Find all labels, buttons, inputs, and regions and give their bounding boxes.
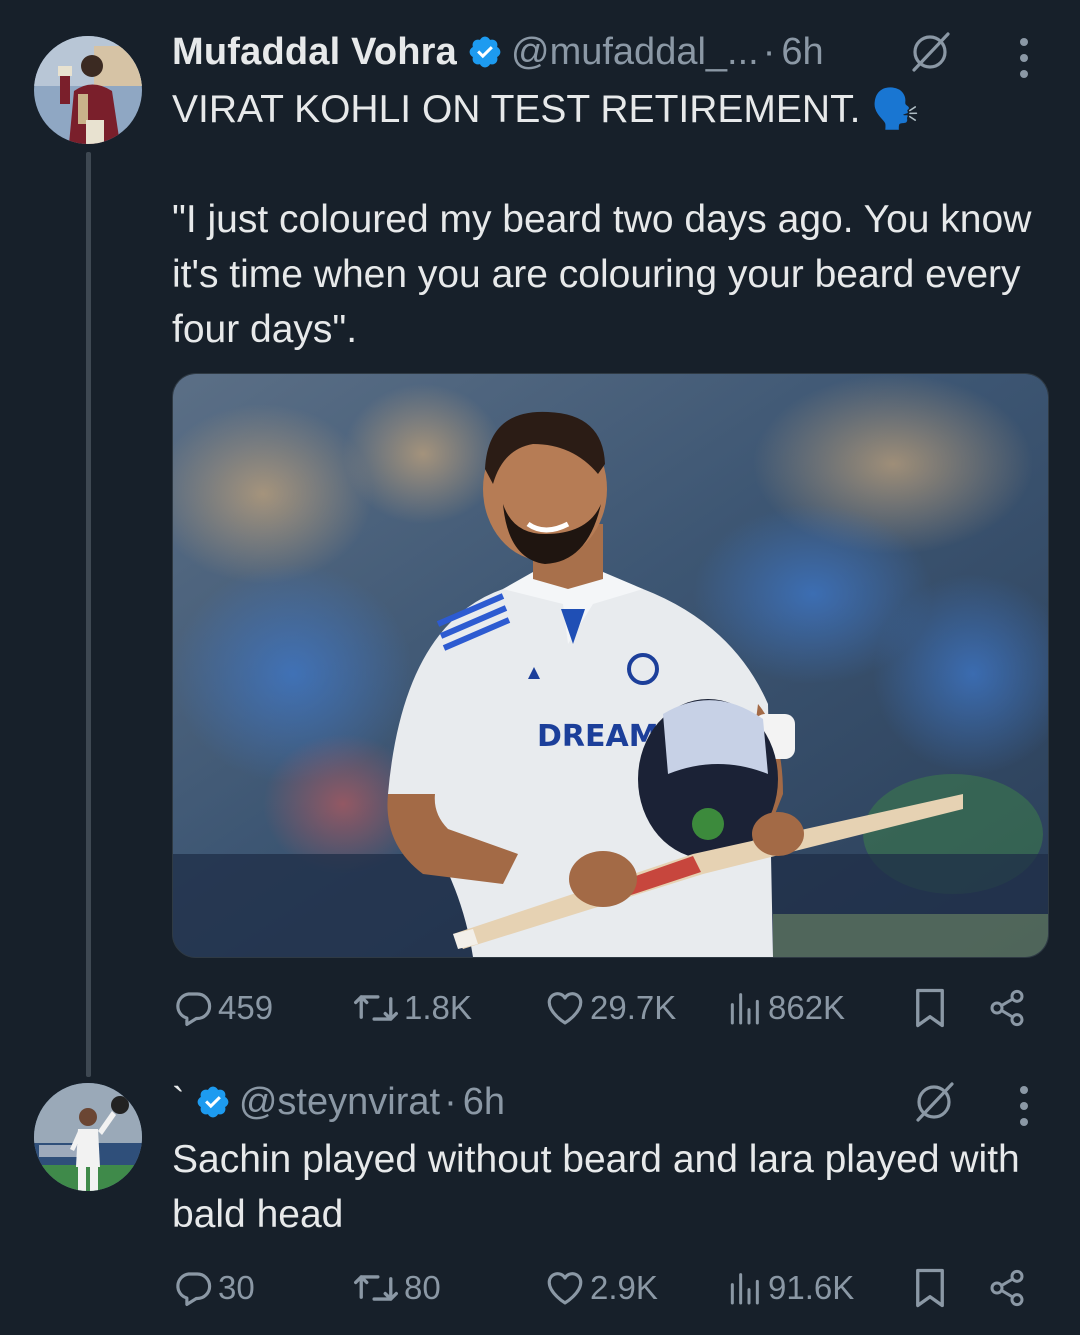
timestamp[interactable]: 6h bbox=[781, 31, 823, 74]
retweet-count: 1.8K bbox=[404, 989, 472, 1026]
retweet-button[interactable]: 80 bbox=[352, 1263, 441, 1313]
tweet-actions: 459 1.8K 29.7K 862K bbox=[172, 983, 1032, 1033]
tweet-text: "I just coloured my beard two days ago. … bbox=[172, 198, 1032, 351]
tweet-header: ` @steynvirat · 6h bbox=[172, 1072, 505, 1132]
reply-count: 459 bbox=[218, 989, 274, 1026]
retweet-icon bbox=[354, 1275, 398, 1301]
timestamp[interactable]: 6h bbox=[463, 1081, 505, 1124]
like-button[interactable]: 29.7K bbox=[544, 983, 676, 1033]
author-handle[interactable]: @mufaddal_... bbox=[511, 31, 759, 74]
retweet-button[interactable]: 1.8K bbox=[352, 983, 472, 1033]
author-handle[interactable]: @steynvirat bbox=[239, 1081, 440, 1124]
verified-badge-icon bbox=[469, 36, 501, 68]
jersey-logo-text: DREAM bbox=[537, 719, 659, 754]
more-options-icon[interactable] bbox=[1017, 36, 1031, 80]
views-button[interactable]: 862K bbox=[724, 983, 845, 1033]
bookmark-icon[interactable] bbox=[912, 1267, 948, 1309]
reply-icon bbox=[176, 992, 212, 1027]
avatar[interactable] bbox=[34, 36, 142, 144]
like-button[interactable]: 2.9K bbox=[544, 1263, 658, 1313]
reply-button[interactable]: 30 bbox=[172, 1263, 255, 1313]
separator-dot: · bbox=[444, 1080, 457, 1123]
avatar[interactable] bbox=[34, 1083, 142, 1191]
grok-icon[interactable] bbox=[910, 1078, 958, 1126]
tweet-image[interactable]: DREAM bbox=[172, 373, 1049, 958]
like-count: 2.9K bbox=[590, 1269, 658, 1306]
heart-icon bbox=[547, 1272, 583, 1305]
reply-count: 30 bbox=[218, 1269, 255, 1306]
verified-badge-icon bbox=[197, 1086, 229, 1118]
author-name[interactable]: ` bbox=[172, 1081, 185, 1124]
bookmark-icon[interactable] bbox=[912, 987, 948, 1029]
more-options-icon[interactable] bbox=[1017, 1084, 1031, 1128]
thread-line bbox=[86, 152, 91, 1077]
tweet-headline: VIRAT KOHLI ON TEST RETIREMENT. 🗣️ bbox=[172, 88, 920, 131]
views-button[interactable]: 91.6K bbox=[724, 1263, 854, 1313]
separator-dot: · bbox=[762, 30, 776, 73]
views-icon bbox=[730, 993, 759, 1025]
author-name[interactable]: Mufaddal Vohra bbox=[172, 31, 457, 74]
heart-icon bbox=[547, 992, 583, 1025]
reply-button[interactable]: 459 bbox=[172, 983, 273, 1033]
views-count: 862K bbox=[768, 989, 846, 1026]
tweet-actions: 30 80 2.9K 91.6K bbox=[172, 1263, 1032, 1313]
share-icon[interactable] bbox=[987, 1267, 1027, 1309]
reply-icon bbox=[176, 1272, 212, 1307]
share-icon[interactable] bbox=[987, 987, 1027, 1029]
views-count: 91.6K bbox=[768, 1269, 855, 1306]
tweet-text: Sachin played without beard and lara pla… bbox=[172, 1138, 1020, 1236]
retweet-count: 80 bbox=[404, 1269, 441, 1306]
views-icon bbox=[730, 1273, 759, 1305]
tweet-header: Mufaddal Vohra @mufaddal_... · 6h bbox=[172, 22, 824, 82]
retweet-icon bbox=[354, 995, 398, 1021]
grok-icon[interactable] bbox=[906, 28, 954, 76]
like-count: 29.7K bbox=[590, 989, 677, 1026]
